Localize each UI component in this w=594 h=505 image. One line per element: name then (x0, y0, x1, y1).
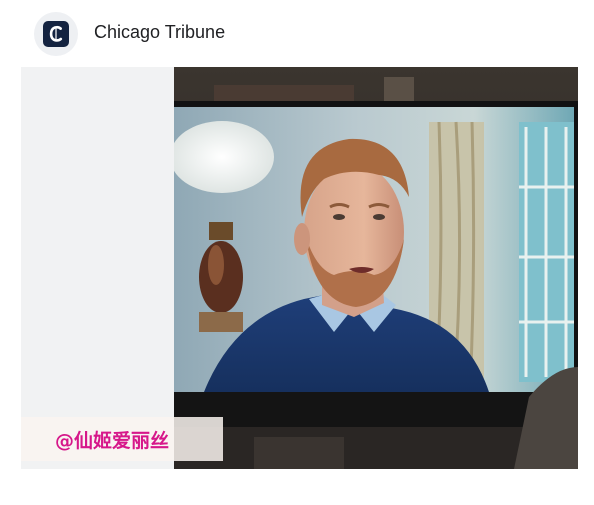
image-side-panel (21, 67, 174, 469)
photo-illustration (174, 67, 578, 469)
article-snippet-clipped (30, 496, 570, 505)
watermark-text: @仙姬爱丽丝 (55, 429, 170, 452)
publisher-name[interactable]: Chicago Tribune (94, 22, 225, 43)
tv-screen-photo (174, 67, 578, 469)
chicago-tribune-logo-icon (43, 21, 69, 47)
watermark-overlay: @仙姬爱丽丝 (21, 417, 223, 461)
publisher-logo[interactable] (34, 12, 78, 56)
article-image[interactable]: @仙姬爱丽丝 (21, 67, 578, 469)
gothic-c-icon (49, 25, 63, 42)
header: Chicago Tribune (0, 0, 594, 66)
